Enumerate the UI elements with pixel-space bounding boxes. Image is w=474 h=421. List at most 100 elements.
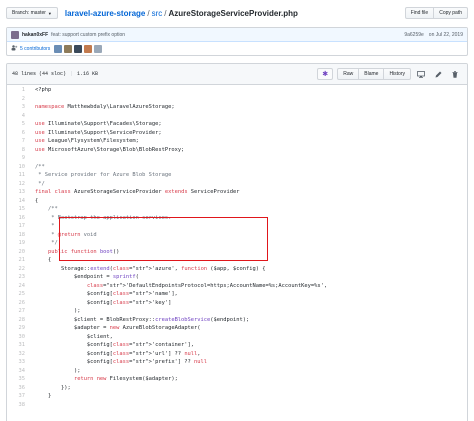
line-number[interactable]: 4 [7,113,29,119]
contributor-avatar[interactable] [64,45,73,53]
line-number[interactable]: 5 [7,121,29,127]
line-number[interactable]: 28 [7,317,29,323]
line-number[interactable]: 8 [7,147,29,153]
branch-selector-button[interactable]: Branch: master ▼ [6,7,58,19]
code-line: 23 $endpoint = sprintf( [7,273,467,282]
contributor-avatar[interactable] [74,45,83,53]
code-line-text: { [35,197,39,204]
line-number[interactable]: 18 [7,232,29,238]
line-number[interactable]: 22 [7,266,29,272]
commit-author-link[interactable]: hakan0xFF [22,32,48,38]
line-number[interactable]: 24 [7,283,29,289]
file-line-count: 48 lines (44 sloc) [12,71,67,77]
line-number[interactable]: 9 [7,155,29,161]
line-number[interactable]: 17 [7,223,29,229]
code-line: 32 $config[class="str">'url'] ?? null, [7,350,467,359]
code-line-text: $client, [35,333,113,340]
code-line-text: use Illuminate\Support\ServiceProvider; [35,129,162,136]
line-number[interactable]: 37 [7,393,29,399]
line-number[interactable]: 2 [7,96,29,102]
sparkle-icon[interactable]: ✱ [317,68,334,80]
line-number[interactable]: 38 [7,402,29,408]
line-number[interactable]: 19 [7,240,29,246]
code-line: 29 $adapter = new AzureBlobStorageAdapte… [7,324,467,333]
code-line-text: ); [35,308,81,315]
code-line: 34 ); [7,367,467,376]
line-number[interactable]: 12 [7,181,29,187]
blame-button[interactable]: Blame [358,68,385,80]
breadcrumb: laravel-azure-storage / src / AzureStora… [65,9,298,18]
file-navigation: Branch: master ▼ laravel-azure-storage /… [6,6,468,20]
copy-path-button[interactable]: Copy path [433,7,468,19]
code-line: 7 use League\Flysystem\Filesystem; [7,137,467,146]
breadcrumb-dir-link[interactable]: src [152,9,163,18]
code-line-text: $config[class="str">'key'] [35,299,172,306]
contributor-avatar[interactable] [94,45,103,53]
code-line-text: namespace Matthewbdaly\LaravelAzureStora… [35,104,175,111]
contributor-avatar[interactable] [84,45,93,53]
line-number[interactable]: 10 [7,164,29,170]
file-header: 48 lines (44 sloc) | 1.16 KB ✱ Raw Blame… [7,64,467,85]
code-line: 12 */ [7,180,467,189]
branch-label: Branch: master [12,10,46,16]
commit-message-link[interactable]: feat: support custom prefix option [51,32,125,38]
line-number[interactable]: 11 [7,172,29,178]
code-line: 33 $config[class="str">'prefix'] ?? null [7,358,467,367]
code-line-text: use MicrosoftAzure\Storage\Blob\BlobRest… [35,146,185,153]
annotation-highlight-box [59,217,268,261]
code-line-text: } [35,393,52,400]
line-number[interactable]: 23 [7,274,29,280]
code-line-text: $config[class="str">'url'] ?? null, [35,350,201,357]
contributors-link[interactable]: 5 contributors [20,46,50,52]
history-button[interactable]: History [383,68,411,80]
line-number[interactable]: 36 [7,385,29,391]
code-line: 5 use Illuminate\Support\Facades\Storage; [7,120,467,129]
line-number[interactable]: 6 [7,130,29,136]
code-line-text: */ [35,180,45,187]
code-line: 22 Storage::extend(class="str">'azure', … [7,265,467,274]
line-number[interactable]: 1 [7,87,29,93]
line-number[interactable]: 7 [7,138,29,144]
author-avatar[interactable] [11,30,19,39]
code-line: 37 } [7,392,467,401]
code-line: 4 [7,112,467,121]
contributor-avatar[interactable] [54,45,63,53]
file-info-divider: | [70,71,74,77]
line-number[interactable]: 15 [7,206,29,212]
line-number[interactable]: 29 [7,325,29,331]
line-number[interactable]: 25 [7,291,29,297]
line-number[interactable]: 20 [7,249,29,255]
trash-icon[interactable] [448,68,462,80]
line-number[interactable]: 30 [7,334,29,340]
file-size: 1.16 KB [77,71,99,77]
raw-button[interactable]: Raw [337,68,360,80]
breadcrumb-repo-link[interactable]: laravel-azure-storage [65,9,145,18]
line-number[interactable]: 13 [7,189,29,195]
breadcrumb-separator: / [147,8,150,18]
line-number[interactable]: 31 [7,342,29,348]
caret-down-icon: ▼ [47,10,52,16]
line-number[interactable]: 32 [7,351,29,357]
code-line: 30 $client, [7,333,467,342]
code-line: 28 $client = BlobRestProxy::createBlobSe… [7,316,467,325]
pencil-icon[interactable] [431,68,445,80]
code-line: 1 <?php [7,86,467,95]
line-number[interactable]: 34 [7,368,29,374]
commit-sha-link[interactable]: 9a6259e [404,32,423,38]
desktop-icon[interactable] [414,68,428,80]
line-number[interactable]: 3 [7,104,29,110]
line-number[interactable]: 26 [7,300,29,306]
code-line: 10 /** [7,163,467,172]
line-number[interactable]: 35 [7,376,29,382]
line-number[interactable]: 27 [7,308,29,314]
code-line: 11 * Service provider for Azure Blob Sto… [7,171,467,180]
code-line: 25 $config[class="str">'name'], [7,290,467,299]
line-number[interactable]: 21 [7,257,29,263]
code-line: 38 [7,401,467,410]
code-line-text: $adapter = new AzureBlobStorageAdapter( [35,325,201,332]
find-file-button[interactable]: Find file [404,7,435,19]
line-number[interactable]: 33 [7,359,29,365]
line-number[interactable]: 16 [7,215,29,221]
line-number[interactable]: 14 [7,198,29,204]
code-line-text: /** [35,163,45,170]
